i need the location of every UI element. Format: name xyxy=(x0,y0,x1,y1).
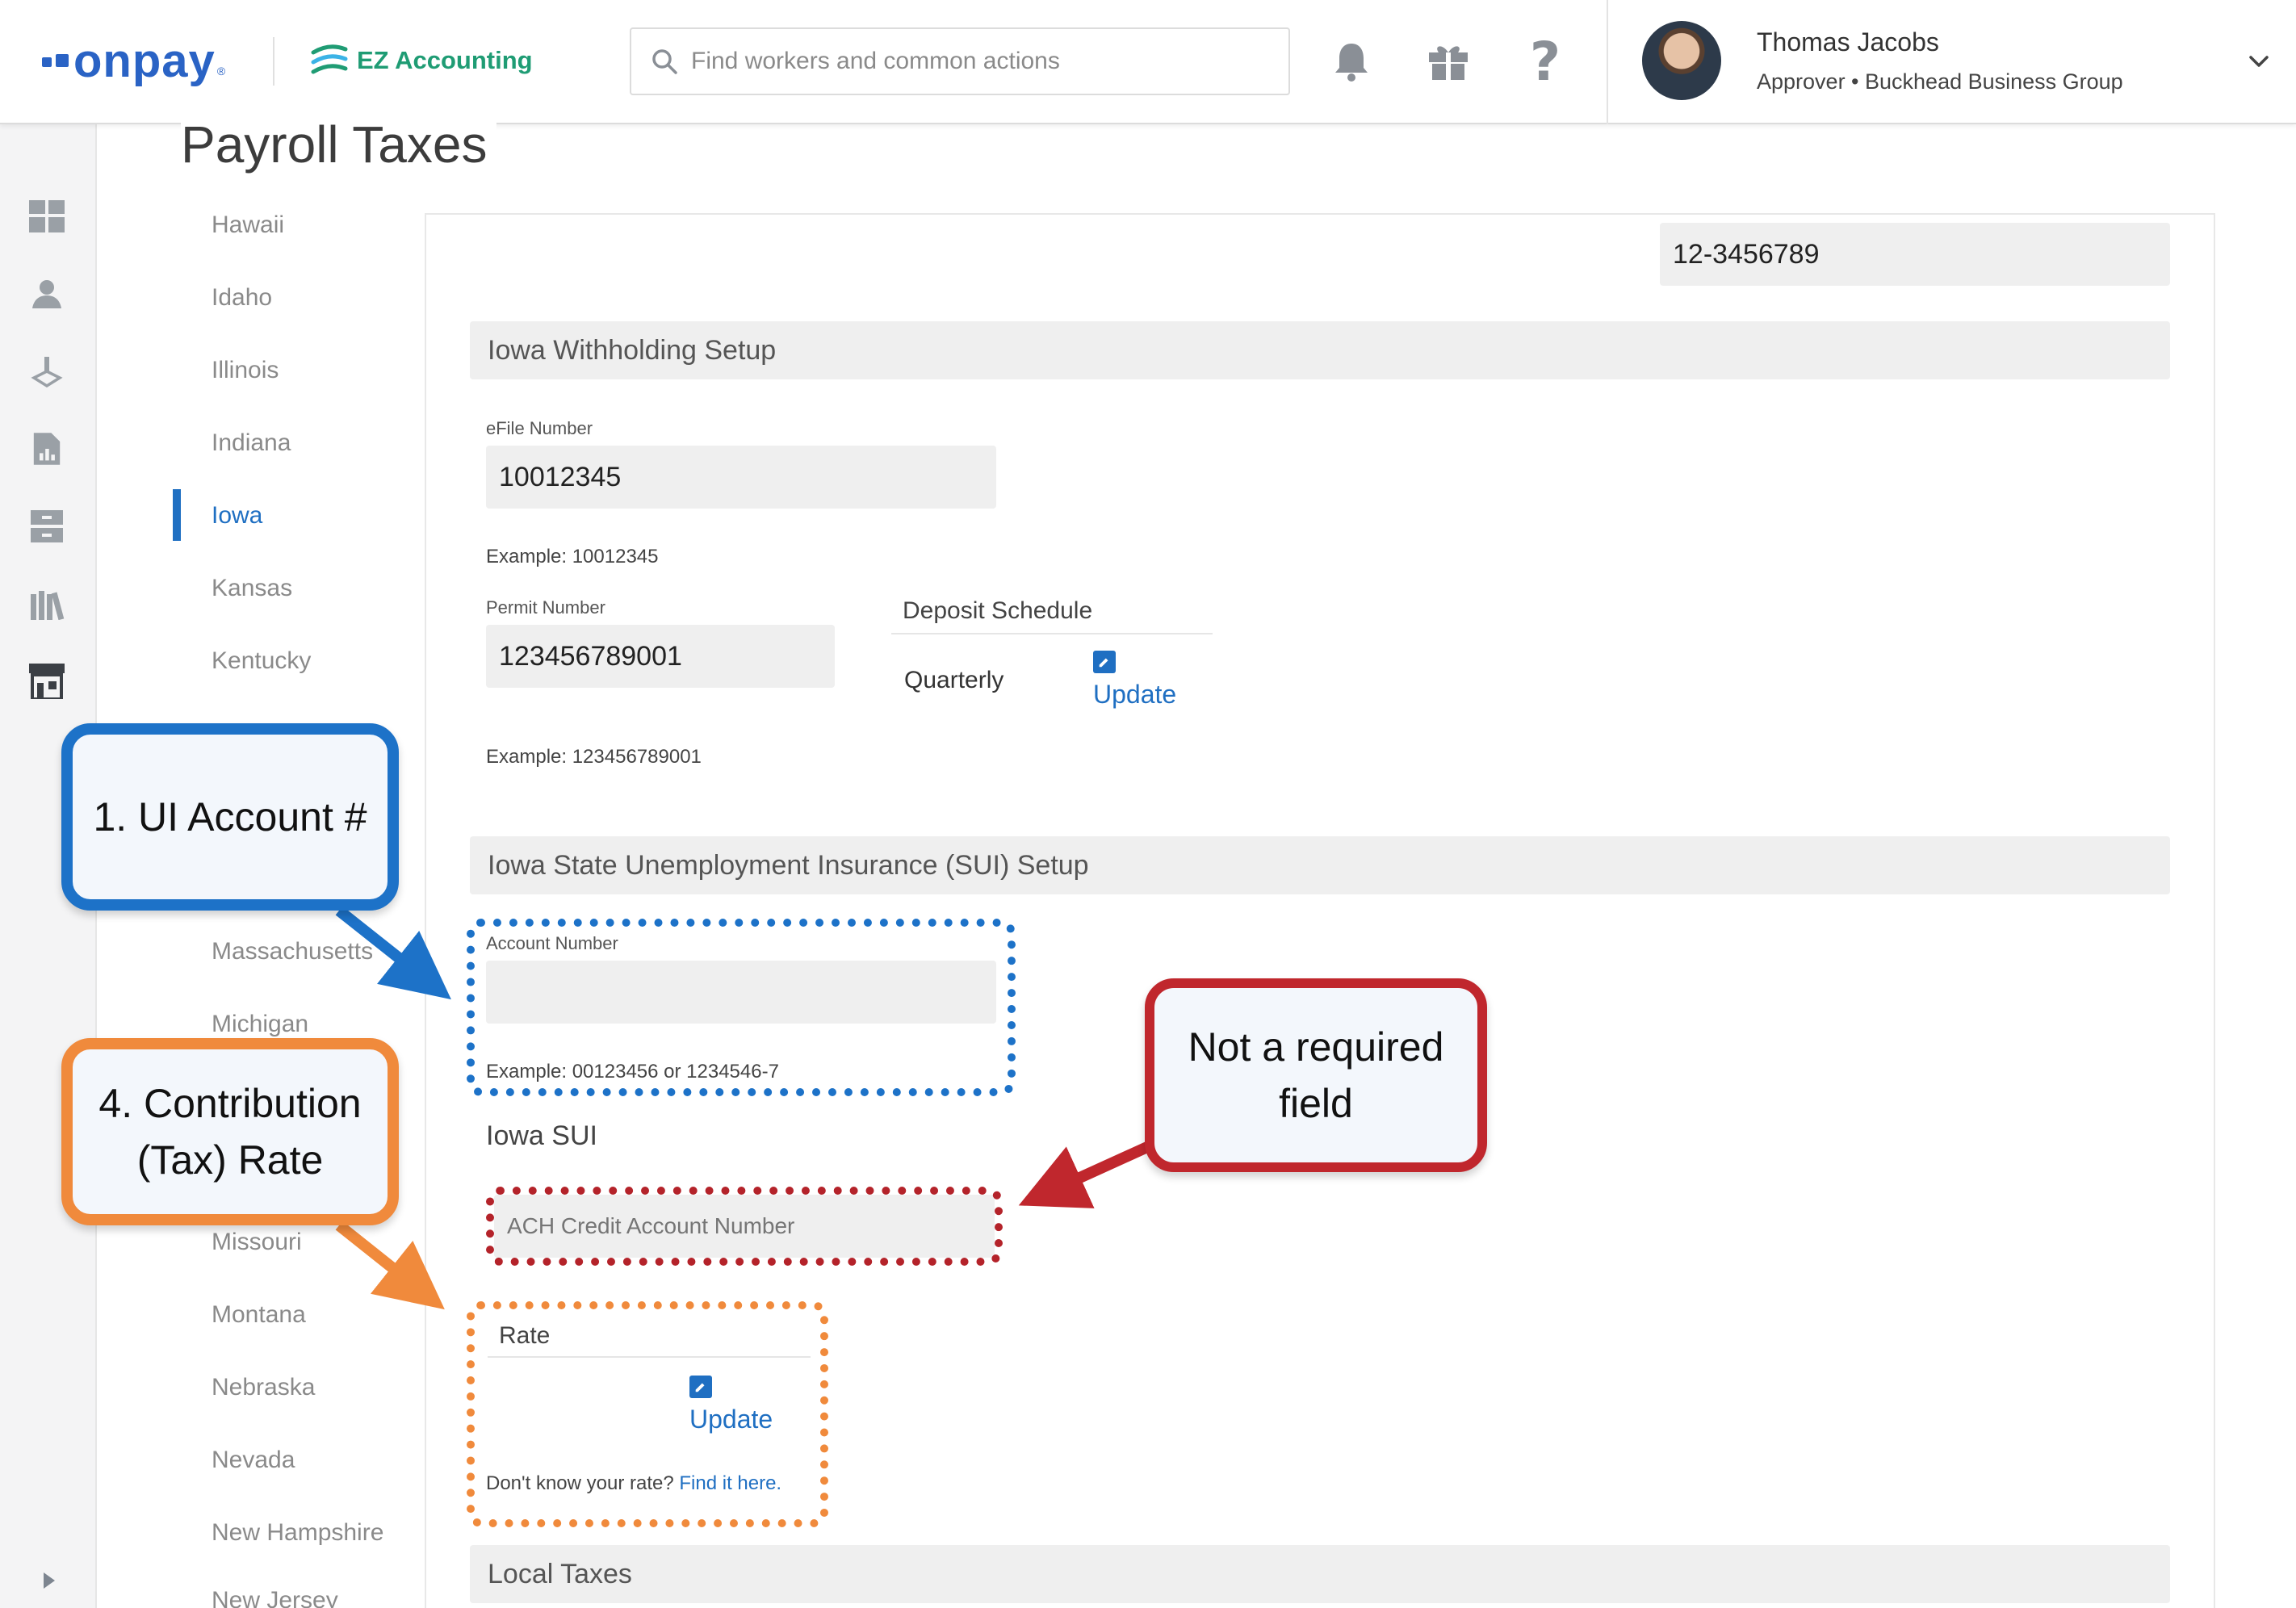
state-item-missouri[interactable]: Missouri xyxy=(212,1229,302,1256)
withholding-section-header: Iowa Withholding Setup xyxy=(470,321,2170,379)
ez-swirl-icon xyxy=(311,44,348,74)
state-item-illinois[interactable]: Illinois xyxy=(212,357,279,384)
expand-rail-icon[interactable] xyxy=(37,1569,60,1592)
contribution-rate-arrow xyxy=(335,1221,445,1310)
dashboard-icon[interactable] xyxy=(27,197,66,236)
logo-divider xyxy=(273,37,274,86)
deposit-schedule-label: Deposit Schedule xyxy=(903,597,1093,624)
ui-account-callout: 1. UI Account # xyxy=(61,723,399,911)
not-required-line2: field xyxy=(1279,1081,1353,1126)
state-item-idaho[interactable]: Idaho xyxy=(212,284,272,312)
chevron-down-icon[interactable] xyxy=(2244,47,2273,76)
logo-registered-mark: ® xyxy=(216,65,226,77)
efile-number-field[interactable] xyxy=(486,446,996,509)
contribution-rate-callout: 4. Contribution (Tax) Rate xyxy=(61,1038,399,1225)
ez-accounting-logo: EZ Accounting xyxy=(307,36,533,86)
page-title: Payroll Taxes xyxy=(181,115,497,174)
user-avatar[interactable] xyxy=(1642,21,1721,100)
state-item-indiana[interactable]: Indiana xyxy=(212,429,291,457)
filing-cabinet-icon[interactable] xyxy=(27,507,66,546)
deposit-update-label: Update xyxy=(1093,680,1177,709)
state-item-kansas[interactable]: Kansas xyxy=(212,575,292,602)
people-icon[interactable] xyxy=(27,274,66,313)
state-item-nebraska[interactable]: Nebraska xyxy=(212,1374,315,1401)
gift-icon[interactable] xyxy=(1422,36,1474,87)
contribution-callout-line1: 4. Contribution xyxy=(98,1081,362,1126)
state-item-nevada[interactable]: Nevada xyxy=(212,1447,295,1474)
logo-text: onpay xyxy=(73,34,216,87)
onpay-logo[interactable]: onpay ® xyxy=(42,32,225,89)
efile-label: eFile Number xyxy=(486,418,593,438)
deposit-update-button[interactable]: Update xyxy=(1093,651,1176,710)
state-item-michigan[interactable]: Michigan xyxy=(212,1011,308,1038)
permit-number-field[interactable] xyxy=(486,625,835,688)
sui-section-header: Iowa State Unemployment Insurance (SUI) … xyxy=(470,836,2170,894)
help-question-icon[interactable]: ? xyxy=(1519,31,1571,93)
federal-ein-field[interactable] xyxy=(1660,223,2170,286)
deposit-schedule-value: Quarterly xyxy=(904,667,1004,693)
notifications-bell-icon[interactable] xyxy=(1326,36,1377,87)
state-item-hawaii[interactable]: Hawaii xyxy=(212,211,284,239)
iowa-sui-heading: Iowa SUI xyxy=(486,1120,597,1151)
not-required-line1: Not a required xyxy=(1188,1024,1444,1070)
state-item-massachusetts[interactable]: Massachusetts xyxy=(212,938,373,965)
payroll-icon[interactable] xyxy=(27,352,66,391)
store-icon[interactable] xyxy=(27,662,66,701)
ui-account-callout-text: 1. UI Account # xyxy=(93,794,367,840)
state-item-new-hampshire[interactable]: New Hampshire xyxy=(212,1519,383,1547)
search-box[interactable] xyxy=(630,27,1290,95)
state-item-kentucky[interactable]: Kentucky xyxy=(212,647,311,675)
user-divider xyxy=(1607,0,1608,124)
reports-icon[interactable] xyxy=(27,429,66,468)
state-item-montana[interactable]: Montana xyxy=(212,1301,306,1329)
permit-label: Permit Number xyxy=(486,597,605,618)
efile-example: Example: 10012345 xyxy=(486,546,659,567)
permit-example: Example: 123456789001 xyxy=(486,746,702,768)
top-header: onpay ® EZ Accounting ? Tho xyxy=(0,0,2296,124)
edit-pencil-icon xyxy=(1093,651,1116,673)
user-name[interactable]: Thomas Jacobs xyxy=(1757,27,1939,57)
rate-highlight xyxy=(467,1301,828,1527)
contribution-callout-line2: (Tax) Rate xyxy=(136,1137,324,1183)
local-taxes-section-header: Local Taxes xyxy=(470,1545,2170,1603)
deposit-divider xyxy=(891,633,1213,634)
search-icon xyxy=(652,49,677,74)
ez-logo-text: EZ Accounting xyxy=(357,46,533,74)
user-role: Approver • Buckhead Business Group xyxy=(1757,69,2123,94)
logo-dots xyxy=(42,54,69,67)
state-item-new-jersey[interactable]: New Jersey xyxy=(212,1587,338,1608)
not-required-callout: Not a required field xyxy=(1145,978,1487,1172)
library-icon[interactable] xyxy=(27,584,66,623)
search-input[interactable] xyxy=(691,48,1272,75)
state-item-iowa[interactable]: Iowa xyxy=(212,502,262,530)
active-state-indicator xyxy=(173,489,181,541)
account-number-highlight xyxy=(467,919,1016,1096)
ach-field-highlight xyxy=(486,1187,1003,1266)
